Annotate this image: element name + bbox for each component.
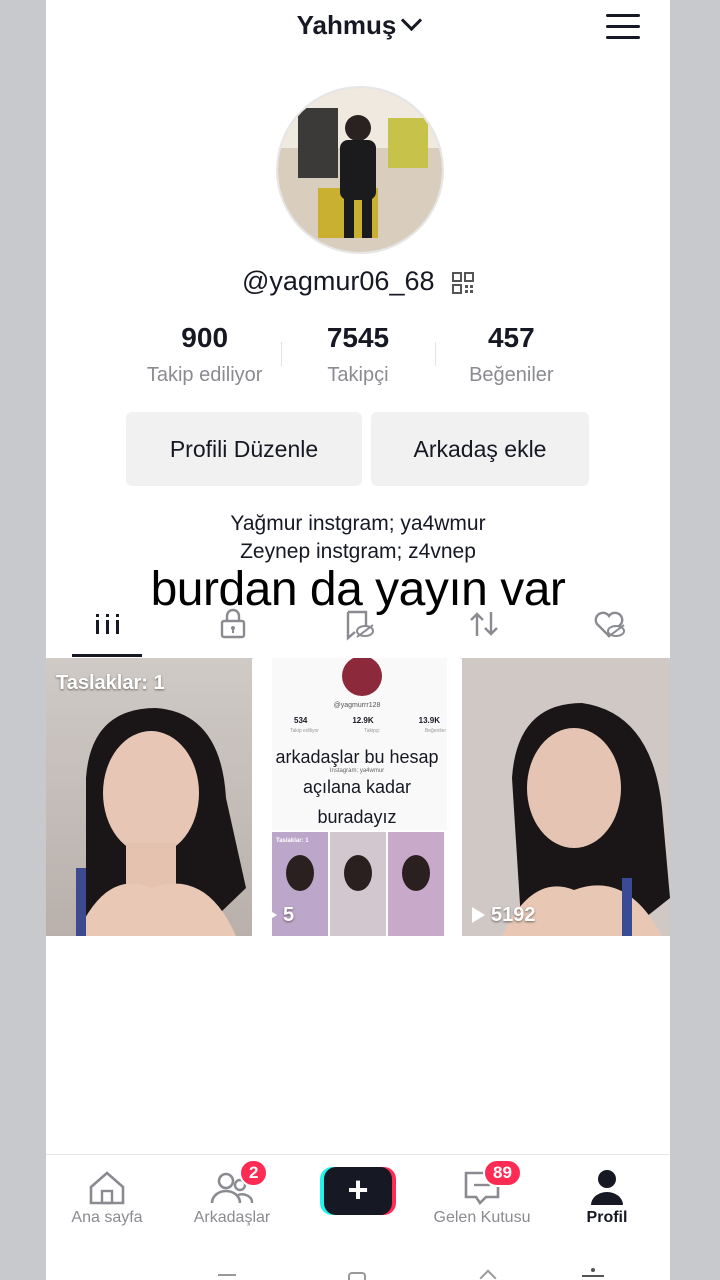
- stat-label: Takip ediliyor: [146, 364, 263, 386]
- nav-home[interactable]: Ana sayfa: [52, 1165, 162, 1227]
- stat-label: Beğeniler: [469, 364, 554, 386]
- home-icon: [89, 1171, 125, 1205]
- embedded-handle: @yagmurrr128: [333, 702, 381, 709]
- inbox-badge: 89: [483, 1159, 522, 1187]
- nav-inbox[interactable]: 89 Gelen Kutusu: [427, 1159, 537, 1227]
- home-button-icon[interactable]: [348, 1272, 366, 1280]
- embedded-text-line: açılana kadar: [302, 777, 412, 797]
- system-nav-bar: [46, 1242, 670, 1280]
- stat-value: 7545: [326, 322, 390, 353]
- drafts-label: Taslaklar: 1: [56, 672, 165, 694]
- stat-value: 457: [487, 322, 535, 353]
- active-tab-indicator: [72, 654, 142, 657]
- embedded-stat: 13.9K: [418, 716, 440, 725]
- embedded-text-line: arkadaşlar bu hesap: [275, 747, 439, 767]
- video-thumbnail-3[interactable]: 5192: [462, 658, 670, 936]
- embedded-stat: 12.9K: [352, 716, 374, 725]
- nav-friends[interactable]: 2 Arkadaşlar: [177, 1159, 287, 1227]
- embedded-stat-label: Beğeniler: [424, 728, 446, 734]
- embedded-stat-label: Takip ediliyor: [290, 728, 319, 734]
- add-friend-button[interactable]: Arkadaş ekle: [371, 412, 589, 486]
- view-count: 5: [264, 904, 294, 927]
- friends-badge: 2: [239, 1159, 269, 1187]
- account-name: Yahmuş: [296, 10, 397, 40]
- chevron-down-icon: [401, 9, 423, 32]
- stat-likes[interactable]: 457 Beğeniler: [434, 322, 588, 392]
- bottom-nav: Ana sayfa 2 Arkadaşlar + 89 Gelen Kutusu: [46, 1154, 670, 1241]
- handle-row: @yagmur06_68: [46, 266, 670, 297]
- recents-icon[interactable]: [218, 1274, 236, 1276]
- bio: Yağmur instgram; ya4wmur Zeynep instgram…: [46, 510, 670, 566]
- video-image: [46, 658, 252, 936]
- stat-following[interactable]: 900 Takip ediliyor: [128, 322, 281, 392]
- view-count-value: 5: [283, 904, 295, 926]
- profile-screen: Yahmuş @yagmur06_68 900 Takip ediliyor 7…: [46, 0, 670, 1280]
- stat-label: Takipçi: [327, 364, 389, 386]
- stat-followers[interactable]: 7545 Takipçi: [281, 322, 434, 392]
- embedded-text-line: buradayız: [317, 807, 397, 827]
- embedded-stat: 534: [294, 716, 308, 725]
- overlay-caption: burdan da yayın var: [150, 563, 566, 616]
- nav-label: Arkadaşlar: [193, 1209, 271, 1226]
- video-thumbnail-drafts[interactable]: Taslaklar: 1: [46, 658, 252, 936]
- nav-label: Profil: [586, 1209, 628, 1226]
- embedded-stat-label: Takipçi: [364, 728, 380, 734]
- play-icon: [264, 907, 277, 923]
- video-grid: Taslaklar: 1 @yagmurrr128 534 12.9K 13.9…: [46, 658, 670, 936]
- bio-line: Yağmur instgram; ya4wmur: [230, 512, 486, 535]
- video-thumbnail-2[interactable]: @yagmurrr128 534 12.9K 13.9K Takip edili…: [254, 658, 460, 936]
- avatar[interactable]: [276, 86, 444, 254]
- account-switcher[interactable]: Yahmuş: [46, 9, 670, 41]
- embedded-stats: 534 12.9K 13.9K: [294, 716, 440, 725]
- embedded-overlay-text: arkadaşlar bu hesap açılana kadar burada…: [254, 742, 460, 832]
- stat-value: 900: [181, 322, 229, 353]
- view-count: 5192: [472, 904, 536, 927]
- edit-profile-button[interactable]: Profili Düzenle: [126, 412, 362, 486]
- nav-create[interactable]: +: [302, 1165, 412, 1215]
- nav-label: Ana sayfa: [71, 1209, 143, 1226]
- profile-stats: 900 Takip ediliyor 7545 Takipçi 457 Beğe…: [128, 322, 588, 392]
- back-icon[interactable]: [479, 1269, 497, 1280]
- profile-handle: @yagmur06_68: [241, 266, 435, 296]
- view-count-value: 5192: [491, 904, 536, 926]
- embedded-stat-labels: Takip ediliyor Takipçi Beğeniler: [290, 728, 446, 734]
- top-bar: Yahmuş: [46, 0, 670, 56]
- accessibility-icon[interactable]: [582, 1268, 604, 1280]
- embedded-drafts-label: Taslaklar: 1: [276, 838, 309, 844]
- video-image: [462, 658, 670, 936]
- play-icon: [472, 907, 485, 923]
- nav-label: Gelen Kutusu: [433, 1209, 531, 1226]
- nav-profile[interactable]: Profil: [552, 1165, 662, 1227]
- create-plus-icon: +: [320, 1167, 396, 1215]
- menu-icon[interactable]: [606, 14, 640, 40]
- profile-icon: [591, 1170, 623, 1205]
- qr-code-icon[interactable]: [452, 271, 475, 294]
